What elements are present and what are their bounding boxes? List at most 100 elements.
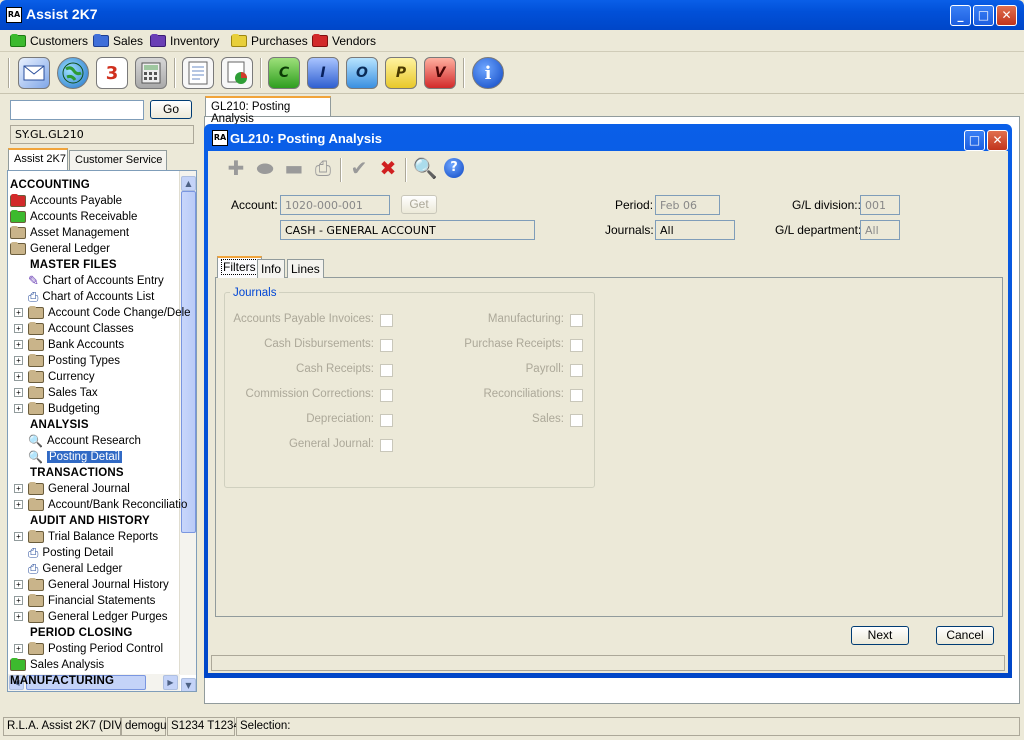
maximize-icon[interactable]: □ [973,5,994,26]
inner-maximize-icon[interactable]: □ [964,130,985,151]
cancel-icon[interactable]: ✖ [376,156,400,180]
tree-item[interactable]: 🔍 Posting Detail [28,449,122,465]
expand-icon[interactable]: + [14,532,23,541]
tree-item[interactable]: + Posting Period Control [14,641,163,657]
expand-icon[interactable]: + [14,372,23,381]
report-icon[interactable] [182,57,214,89]
tree-item[interactable]: + Account Classes [14,321,134,337]
scroll-up-icon[interactable]: ▲ [181,176,196,191]
tree-vertical-scrollbar[interactable]: ▲ ▼ [179,171,196,691]
tree-item[interactable]: + General Journal History [14,577,169,593]
menu-sales[interactable]: Sales [93,33,143,49]
tab-lines[interactable]: Lines [287,259,324,278]
journal-checkbox[interactable] [380,414,393,427]
c-icon[interactable]: C [268,57,300,89]
menu-customers[interactable]: Customers [10,33,88,49]
journal-checkbox[interactable] [570,414,583,427]
journal-checkbox[interactable] [570,389,583,402]
cancel-button[interactable]: Cancel [936,626,994,645]
tab-customer-service[interactable]: Customer Service [69,150,167,170]
expand-icon[interactable]: + [14,612,23,621]
journals-field[interactable]: All [655,220,735,240]
tree-item[interactable]: General Ledger [10,241,110,257]
help-icon[interactable]: ? [442,156,466,180]
tab-info[interactable]: Info [257,259,286,278]
tree-item[interactable]: + Trial Balance Reports [14,529,158,545]
expand-icon[interactable]: + [14,308,23,317]
i-icon[interactable]: I [307,57,339,89]
scroll-thumb[interactable] [181,191,196,533]
tree-item[interactable]: + Budgeting [14,401,100,417]
tree-item[interactable]: ✎ Chart of Accounts Entry [28,273,164,289]
tab-assist-2k7[interactable]: Assist 2K7 [8,148,68,170]
expand-icon[interactable]: + [14,596,23,605]
inner-close-icon[interactable]: ✕ [987,130,1008,151]
tree-item[interactable]: Accounts Payable [10,193,122,209]
p-icon[interactable]: P [385,57,417,89]
expand-icon[interactable]: + [14,356,23,365]
journal-checkbox[interactable] [570,364,583,377]
expand-icon[interactable]: + [14,324,23,333]
tree-item[interactable]: Accounts Receivable [10,209,137,225]
go-button[interactable]: Go [150,100,192,119]
tree-item[interactable]: + Sales Tax [14,385,98,401]
journal-checkbox[interactable] [380,339,393,352]
tree-item[interactable]: + Financial Statements [14,593,155,609]
tree-item[interactable]: + Posting Types [14,353,120,369]
menu-inventory[interactable]: Inventory [150,33,219,49]
tree-item[interactable]: + Bank Accounts [14,337,124,353]
print-icon[interactable]: ⎙ [311,156,335,180]
tab-filters[interactable]: Filters [217,256,262,278]
journal-checkbox[interactable] [570,339,583,352]
expand-icon[interactable]: + [14,404,23,413]
info-icon[interactable]: i [472,57,504,89]
expand-icon[interactable]: + [14,644,23,653]
account-field[interactable]: 1020-000-001 [280,195,390,215]
tree-item[interactable]: + Currency [14,369,95,385]
get-button[interactable]: Get [401,195,437,214]
tree-item[interactable]: Asset Management [10,225,129,241]
calculator-icon[interactable] [135,57,167,89]
expand-icon[interactable]: + [14,484,23,493]
expand-icon[interactable]: + [14,340,23,349]
gl-department-field[interactable]: All [860,220,900,240]
expand-icon[interactable]: + [14,388,23,397]
scroll-down-icon[interactable]: ▼ [181,678,196,691]
tree-item[interactable]: + General Journal [14,481,130,497]
next-button[interactable]: Next [851,626,909,645]
globe-icon[interactable] [57,57,89,89]
tree-item[interactable]: ⎙ General Ledger [28,561,122,577]
add-icon[interactable]: ✚ [224,156,248,180]
calendar-icon[interactable]: 3 [96,57,128,89]
close-icon[interactable]: ✕ [996,5,1017,26]
delete-icon[interactable]: ▬ [282,156,306,180]
menu-purchases[interactable]: Purchases [231,33,308,49]
period-field[interactable]: Feb 06 [655,195,720,215]
mail-icon[interactable] [18,57,50,89]
accept-icon[interactable]: ✔ [347,156,371,180]
journal-checkbox[interactable] [380,439,393,452]
gl-division-field[interactable]: 001 [860,195,900,215]
tab-gl210[interactable]: GL210: Posting Analysis [205,96,331,125]
search-input[interactable] [10,100,144,120]
o-icon[interactable]: O [346,57,378,89]
tree-item[interactable]: 🔍 Account Research [28,433,141,449]
tree-item[interactable]: + Account Code Change/Dele [14,305,191,321]
tree-item[interactable]: ⎙ Chart of Accounts List [28,289,154,305]
tree-item[interactable]: + General Ledger Purges [14,609,168,625]
expand-icon[interactable]: + [14,500,23,509]
journal-checkbox[interactable] [380,364,393,377]
chart-report-icon[interactable] [221,57,253,89]
tree-item[interactable]: ⎙ Posting Detail [28,545,113,561]
journal-checkbox[interactable] [570,314,583,327]
tree-item[interactable]: Sales Analysis [10,657,104,673]
tree-item[interactable]: + Account/Bank Reconciliatio [14,497,187,513]
menu-vendors[interactable]: Vendors [312,33,376,49]
minimize-icon[interactable]: _ [950,5,971,26]
journal-checkbox[interactable] [380,314,393,327]
edit-icon[interactable]: ⬬ [253,156,277,180]
v-icon[interactable]: V [424,57,456,89]
search-icon[interactable]: 🔍 [413,156,438,180]
journal-checkbox[interactable] [380,389,393,402]
scroll-right-icon[interactable]: ▶ [163,675,178,690]
